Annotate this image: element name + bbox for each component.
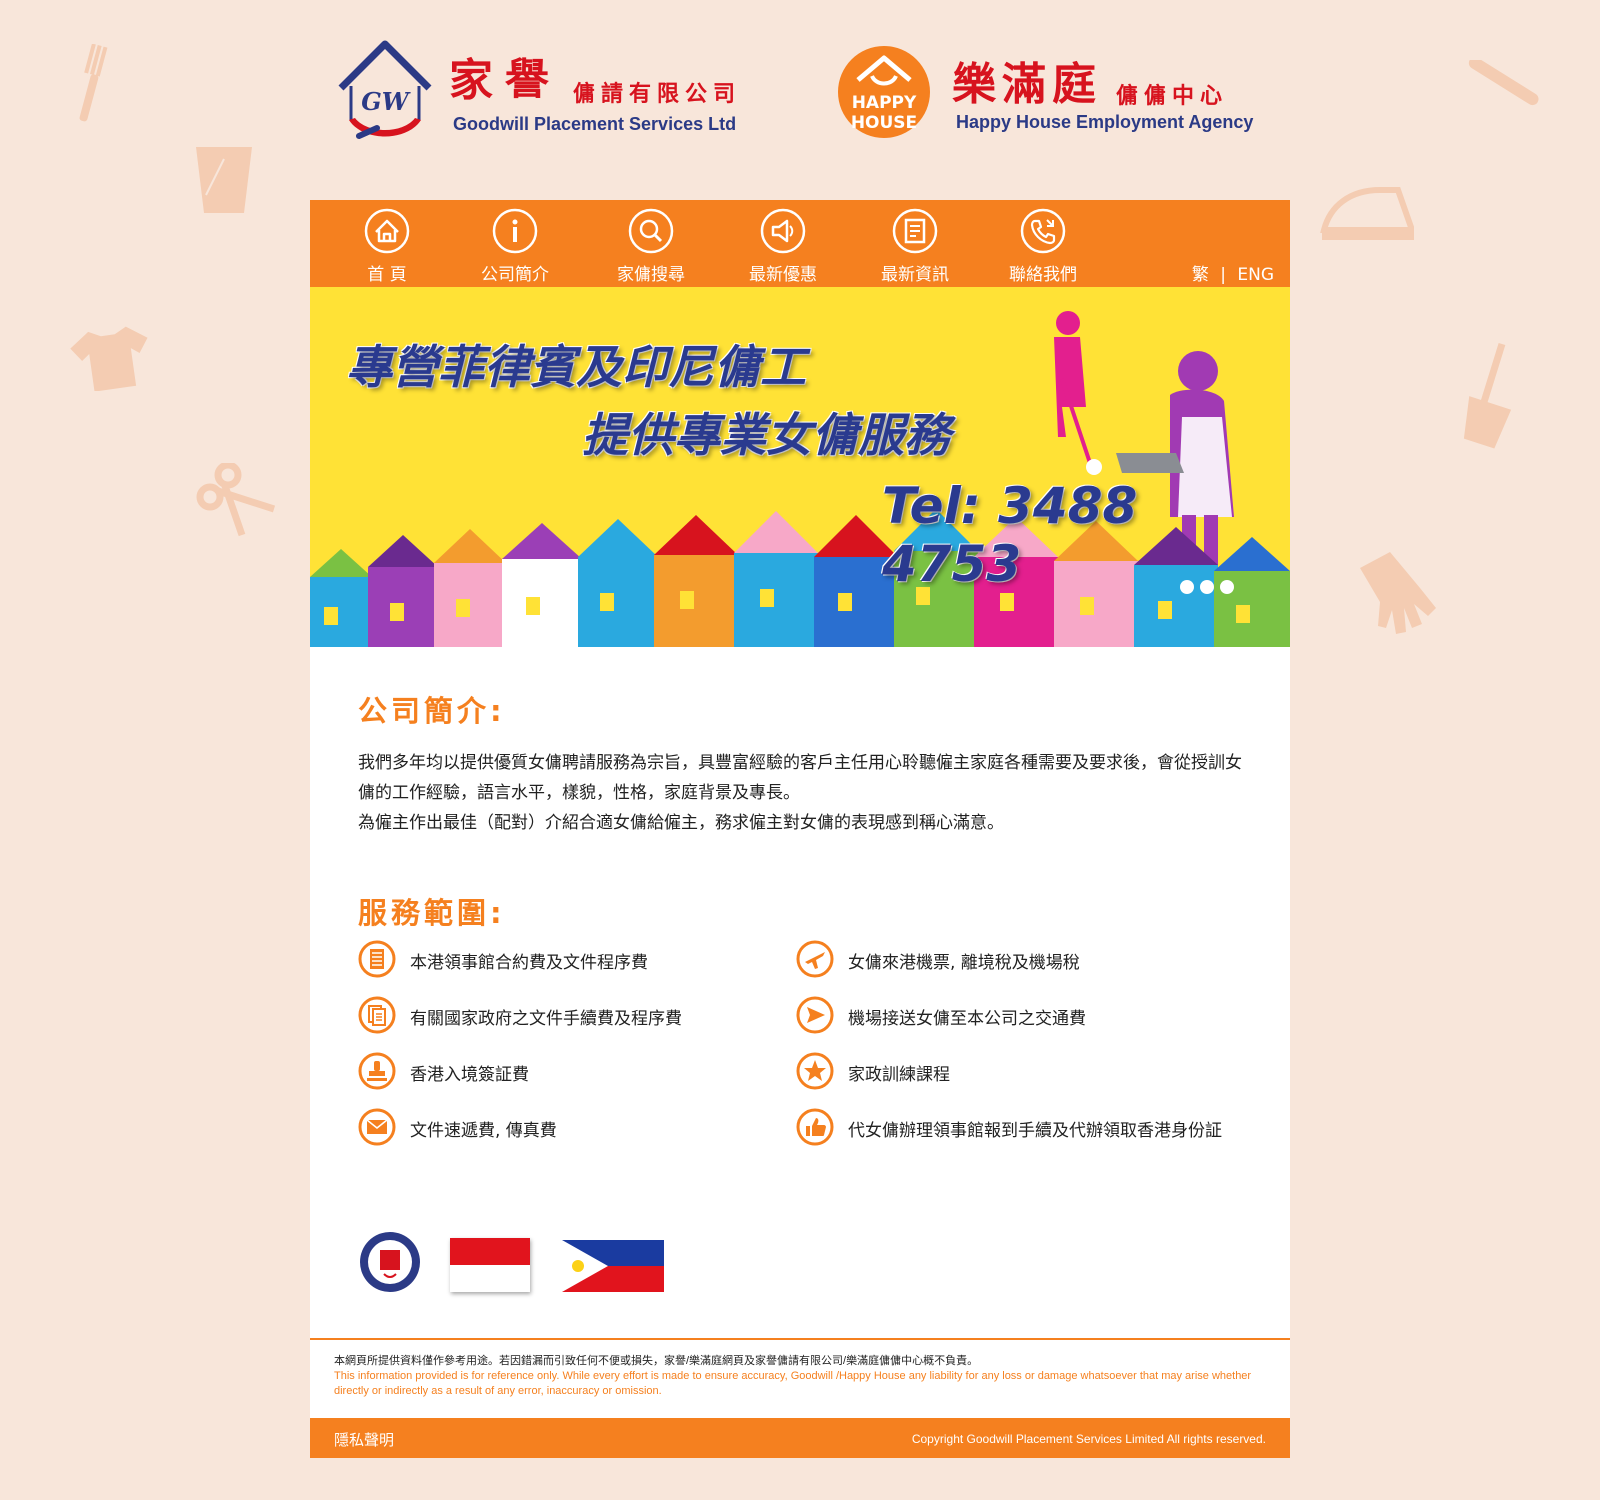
carousel-dot-3[interactable] [1220, 580, 1234, 594]
scissors-icon [194, 463, 278, 539]
info-icon [492, 208, 538, 254]
stamp-icon [358, 1052, 396, 1090]
service-text: 家政訓練課程 [848, 1065, 950, 1085]
footer-divider [310, 1338, 1290, 1340]
happy-house-name-en: Happy House Employment Agency [956, 112, 1254, 132]
nav-item-contact[interactable]: 聯絡我們 [988, 208, 1098, 286]
goodwill-suffix-cn: 傭請有限公司 [573, 81, 742, 107]
nav-item-about[interactable]: 公司簡介 [460, 208, 570, 286]
nav-label-about: 公司簡介 [481, 265, 549, 285]
nav-item-news[interactable]: 最新資訊 [860, 208, 970, 286]
lang-separator: | [1220, 265, 1226, 285]
phone-icon [1020, 208, 1066, 254]
service-text: 有關國家政府之文件手續費及程序費 [410, 1009, 682, 1029]
home-icon [364, 208, 410, 254]
star-icon [796, 1052, 834, 1090]
nav-label-promotions: 最新優惠 [749, 265, 817, 285]
disclaimer: 本網頁所提供資料僅作參考用途。若因錯漏而引致任何不便或損失，家譽/樂滿庭網頁及家… [334, 1354, 1264, 1399]
nav-item-search[interactable]: 家傭搜尋 [596, 208, 706, 286]
goodwill-name-en: Goodwill Placement Services Ltd [453, 114, 737, 134]
association-emblem [360, 1232, 420, 1292]
shirt-icon [70, 325, 152, 391]
goodwill-logo[interactable]: GW 家譽 傭請有限公司 Goodwill Placement Services… [333, 40, 753, 150]
about-text: 我們多年均以提供優質女傭聘請服務為宗旨，具豐富經驗的客戶主任用心聆聽僱主家庭各種… [358, 748, 1248, 838]
fork-icon [70, 44, 110, 124]
nav-label-home: 首 頁 [367, 265, 407, 285]
thumbs-up-icon [796, 1108, 834, 1146]
philippines-flag [562, 1240, 664, 1292]
iron-icon [1320, 180, 1414, 242]
lang-english[interactable]: ENG [1237, 265, 1274, 285]
envelope-icon [358, 1108, 396, 1146]
about-paragraph-1: 我們多年均以提供優質女傭聘請服務為宗旨，具豐富經驗的客戶主任用心聆聽僱主家庭各種… [358, 753, 1242, 803]
carousel-dots [1180, 579, 1240, 598]
carousel-dot-1[interactable] [1180, 580, 1194, 594]
service-text: 本港領事館合約費及文件程序費 [410, 953, 648, 973]
svg-text:GW: GW [361, 87, 410, 116]
svg-text:HOUSE: HOUSE [851, 113, 917, 133]
nav-label-search: 家傭搜尋 [617, 265, 685, 285]
indonesia-flag [450, 1238, 530, 1292]
lang-traditional-chinese[interactable]: 繁 [1192, 265, 1209, 285]
privacy-link[interactable]: 隱私聲明 [334, 1429, 394, 1450]
broom-icon [1456, 340, 1516, 450]
goodwill-name-cn: 家譽 [449, 55, 561, 106]
disclaimer-english: This information provided is for referen… [334, 1370, 1252, 1397]
about-title: 公司簡介: [358, 694, 506, 728]
service-text: 文件速遞費, 傳真費 [410, 1121, 557, 1141]
footer-bar: 隱私聲明 Copyright Goodwill Placement Servic… [310, 1418, 1290, 1458]
maid-mopping-silhouette [1054, 311, 1102, 475]
nav-label-contact: 聯絡我們 [1009, 265, 1077, 285]
happy-house-name-cn: 樂滿庭 [952, 59, 1102, 110]
disclaimer-chinese: 本網頁所提供資料僅作參考用途。若因錯漏而引致任何不便或損失，家譽/樂滿庭網頁及家… [334, 1355, 979, 1367]
goodwill-house-icon: GW [338, 40, 432, 139]
knife-icon [1462, 60, 1542, 120]
carousel-dot-2[interactable] [1200, 580, 1214, 594]
svg-text:HAPPY: HAPPY [852, 93, 917, 113]
documents-icon [358, 996, 396, 1034]
language-switcher: 繁 | ENG [1192, 260, 1274, 285]
nav-label-news: 最新資訊 [881, 265, 949, 285]
nav-item-promotions[interactable]: 最新優惠 [728, 208, 838, 286]
happy-house-suffix-cn: 傭傭中心 [1116, 83, 1229, 109]
news-icon [892, 208, 938, 254]
document-list-icon [358, 940, 396, 978]
services-title: 服務範圍: [358, 896, 506, 930]
banner-headline-2: 提供專業女傭服務 [582, 408, 950, 462]
glove-icon [1350, 548, 1440, 638]
about-paragraph-2: 為僱主作出最佳（配對）介紹合適女傭給僱主，務求僱主對女傭的表現感到稱心滿意。 [358, 813, 1004, 833]
bucket-icon [194, 145, 254, 215]
hero-banner[interactable]: 專營菲律賓及印尼傭工 提供專業女傭服務 Tel: 3488 4753 [310, 287, 1290, 647]
happy-house-badge-icon: HAPPY HOUSE [838, 46, 930, 138]
banner-phone-number: Tel: 3488 4753 [882, 477, 1138, 593]
service-text: 代女傭辦理領事館報到手續及代辦領取香港身份証 [848, 1121, 1222, 1141]
copyright-text: Copyright Goodwill Placement Services Li… [911, 1432, 1266, 1446]
service-text: 香港入境簽証費 [410, 1065, 529, 1085]
airplane-icon [796, 940, 834, 978]
banner-headline-1: 專營菲律賓及印尼傭工 [346, 340, 806, 394]
service-text: 女傭來港機票, 離境稅及機場稅 [848, 953, 1080, 973]
top-nav: 首 頁 公司簡介 家傭搜尋 最新優惠 最新資訊 聯絡我們 繁 | ENG [310, 200, 1290, 287]
nav-item-home[interactable]: 首 頁 [332, 208, 442, 286]
main-panel: 首 頁 公司簡介 家傭搜尋 最新優惠 最新資訊 聯絡我們 繁 | ENG 專營菲… [310, 200, 1290, 1458]
send-icon [796, 996, 834, 1034]
speaker-icon [760, 208, 806, 254]
happy-house-logo[interactable]: HAPPY HOUSE 樂滿庭 傭傭中心 Happy House Employm… [836, 42, 1266, 142]
search-icon [628, 208, 674, 254]
service-text: 機場接送女傭至本公司之交通費 [848, 1009, 1086, 1029]
